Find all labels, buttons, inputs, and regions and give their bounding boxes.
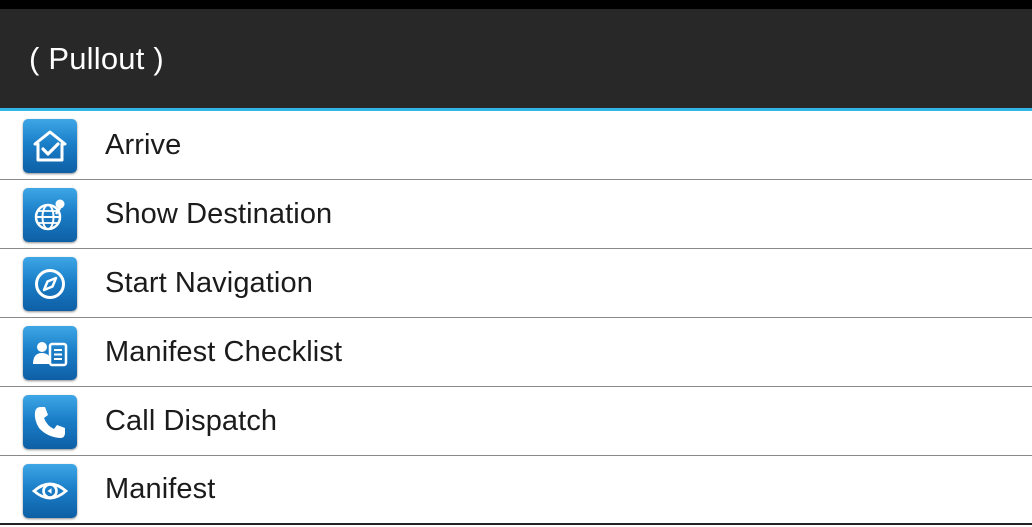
menu-item-manifest[interactable]: Manifest (0, 456, 1032, 525)
menu-item-call-dispatch[interactable]: Call Dispatch (0, 387, 1032, 456)
action-menu-list: Arrive Show Destination Start Navigation (0, 111, 1032, 525)
menu-item-arrive[interactable]: Arrive (0, 111, 1032, 180)
globe-pin-icon (23, 188, 77, 242)
menu-item-label: Start Navigation (105, 266, 313, 299)
home-check-icon (23, 119, 77, 173)
contact-list-icon (23, 326, 77, 380)
menu-item-manifest-checklist[interactable]: Manifest Checklist (0, 318, 1032, 387)
menu-item-start-navigation[interactable]: Start Navigation (0, 249, 1032, 318)
title-bar: ( Pullout ) (0, 9, 1032, 108)
menu-item-label: Arrive (105, 128, 182, 161)
page-title: ( Pullout ) (29, 41, 164, 76)
eye-icon (23, 464, 77, 518)
menu-item-label: Manifest Checklist (105, 335, 343, 368)
menu-item-label: Show Destination (105, 197, 333, 230)
compass-icon (23, 257, 77, 311)
status-bar-strip (0, 0, 1032, 9)
menu-item-show-destination[interactable]: Show Destination (0, 180, 1032, 249)
menu-item-label: Call Dispatch (105, 404, 278, 437)
menu-item-label: Manifest (105, 473, 216, 505)
phone-icon (23, 395, 77, 449)
